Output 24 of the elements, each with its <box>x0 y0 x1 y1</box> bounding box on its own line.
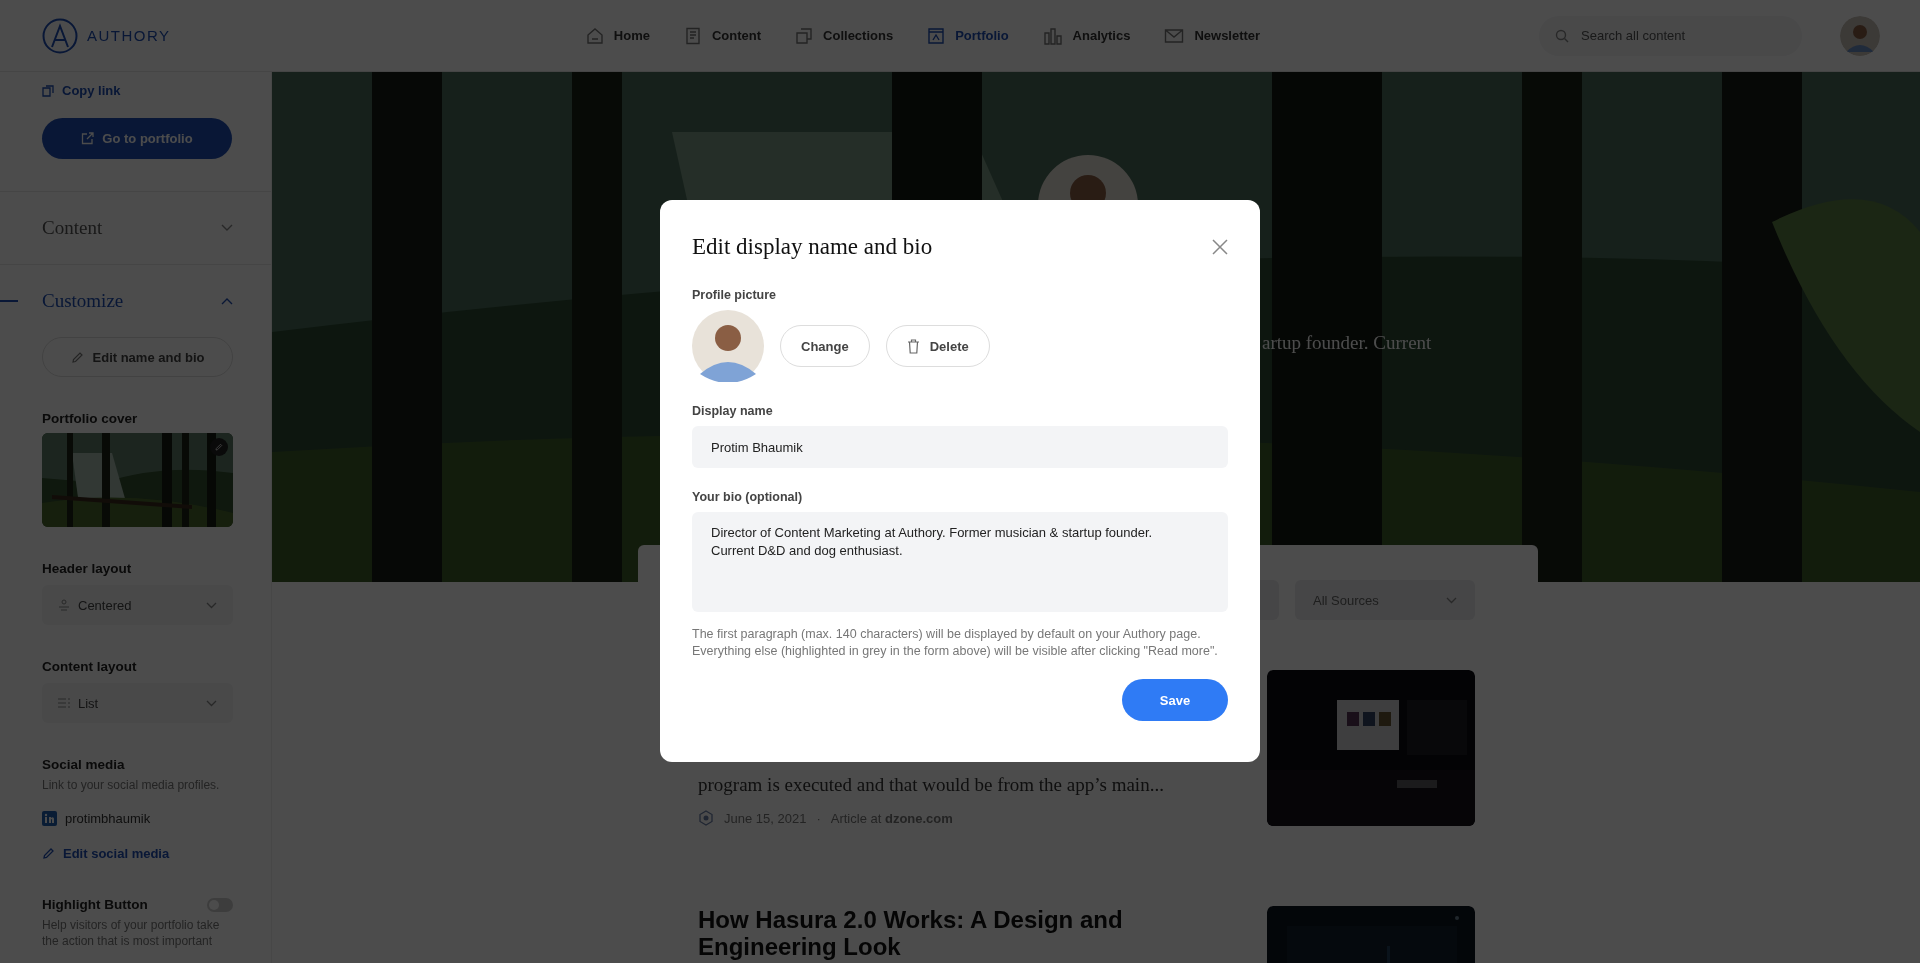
display-name-field[interactable]: Protim Bhaumik <box>692 426 1228 468</box>
modal-title: Edit display name and bio <box>692 234 933 260</box>
change-button[interactable]: Change <box>780 325 870 367</box>
profile-picture-label: Profile picture <box>692 288 778 302</box>
header-layout-label: Header layout <box>42 561 132 576</box>
trash-icon <box>906 338 920 354</box>
highlight-button-label: Highlight Button <box>42 897 148 912</box>
portfolio-cover-label: Portfolio cover <box>42 411 138 426</box>
bio-field[interactable]: Director of Content Marketing at Authory. Former musician & startup founder. Current D&D and dog enthusiast. <box>692 512 1228 612</box>
social-media-label: Social media <box>42 757 125 772</box>
linkedin-handle: protimbhaumik <box>65 811 151 826</box>
article-title: How Hasura 2.0 Works: A Design and Engineering Look <box>698 906 1124 962</box>
display-name-label: Display name <box>692 404 774 418</box>
bio-text: artup founder. Current <box>1262 332 1432 354</box>
close-icon[interactable] <box>1212 239 1228 255</box>
profile-avatar <box>692 310 764 382</box>
bio-label: Your bio (optional) <box>692 490 804 504</box>
delete-button[interactable]: Delete <box>885 325 990 367</box>
save-button[interactable]: Save <box>1122 679 1228 721</box>
separator-dot: · <box>816 810 821 826</box>
article-excerpt: program is executed and that would be from the app’s main... <box>698 774 1164 796</box>
content-layout-label: Content layout <box>42 659 137 674</box>
logo-text: AUTHORY <box>87 27 171 44</box>
bio-hint: The first paragraph (max. 140 characters) will be displayed by default on your Authory page. Everything else (highlighted in grey in the form above) will be visible after clicking "Read more". <box>692 626 1219 659</box>
